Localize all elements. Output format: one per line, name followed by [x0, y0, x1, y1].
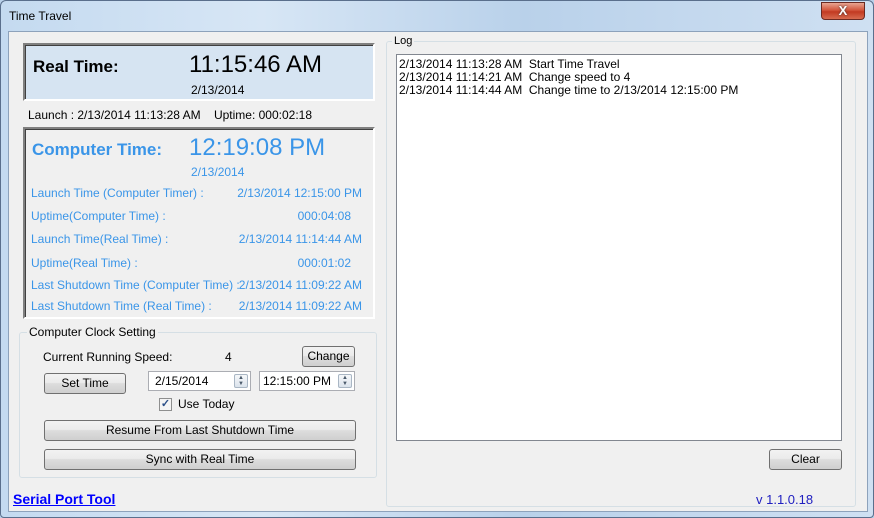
close-button[interactable]: X	[821, 2, 865, 20]
time-value: 12:15:00 PM	[263, 374, 332, 388]
clear-log-button[interactable]: Clear	[769, 449, 842, 470]
app-window: Time Travel X Real Time: 11:15:46 AM 2/1…	[0, 0, 874, 518]
version-label: v 1.1.0.18	[756, 492, 814, 507]
use-today-label[interactable]: Use Today	[178, 397, 234, 411]
computer-time-clock: 12:19:08 PM	[189, 134, 326, 161]
title-bar[interactable]: Time Travel X	[1, 1, 873, 31]
clock-setting-group: Computer Clock Setting Current Running S…	[19, 325, 377, 478]
uptime: Uptime: 000:02:18	[213, 108, 312, 122]
spin-arrows-icon[interactable]: ▲ ▼	[234, 374, 248, 388]
log-entry: 2/13/2014 11:14:44 AM Change time to 2/1…	[399, 83, 739, 97]
info-value: 2/13/2014 11:09:22 AM	[238, 278, 362, 292]
log-entry: 2/13/2014 11:14:21 AM Change speed to 4	[399, 70, 631, 84]
computer-time-date: 2/13/2014	[191, 165, 245, 179]
date-value: 2/15/2014	[155, 374, 209, 388]
time-picker[interactable]: 12:15:00 PM ▲ ▼	[259, 371, 355, 391]
real-time-label: Real Time:	[33, 57, 119, 76]
client-area: Real Time: 11:15:46 AM 2/13/2014 Launch …	[8, 31, 868, 512]
log-title: Log	[392, 35, 415, 47]
info-key: Last Shutdown Time (Real Time) :	[31, 299, 212, 313]
info-value: 2/13/2014 12:15:00 PM	[237, 186, 362, 200]
launch-info: Launch : 2/13/2014 11:13:28 AM Uptime: 0…	[28, 108, 322, 122]
window-title: Time Travel	[9, 9, 72, 23]
real-time-panel: Real Time: 11:15:46 AM 2/13/2014	[23, 43, 375, 101]
info-value: 000:01:02	[297, 256, 351, 270]
set-time-button[interactable]: Set Time	[44, 373, 126, 394]
spin-glyph: ▲ ▼	[238, 375, 244, 387]
speed-value: 4	[225, 350, 232, 364]
info-key: Launch Time (Computer Timer) :	[31, 186, 204, 200]
sync-button[interactable]: Sync with Real Time	[44, 449, 356, 470]
info-value: 2/13/2014 11:14:44 AM	[238, 232, 362, 246]
computer-time-panel: Computer Time: 12:19:08 PM 2/13/2014 Lau…	[23, 127, 375, 319]
spin-glyph: ▲ ▼	[342, 375, 348, 387]
checkmark-icon: ✓	[160, 398, 171, 410]
log-entry: 2/13/2014 11:13:28 AM Start Time Travel	[399, 57, 620, 71]
serial-port-tool-link[interactable]: Serial Port Tool	[13, 491, 115, 507]
change-speed-button[interactable]: Change	[302, 346, 355, 367]
info-value: 000:04:08	[297, 209, 351, 223]
launch-time: Launch : 2/13/2014 11:13:28 AM	[28, 108, 201, 122]
use-today-checkbox[interactable]: ✓	[159, 398, 172, 411]
log-list[interactable]: 2/13/2014 11:13:28 AM Start Time Travel …	[396, 54, 842, 441]
real-time-clock: 11:15:46 AM	[189, 51, 322, 78]
computer-time-label: Computer Time:	[32, 140, 163, 159]
info-key: Last Shutdown Time (Computer Time) :	[31, 278, 240, 292]
info-value: 2/13/2014 11:09:22 AM	[238, 299, 362, 313]
spin-arrows-icon[interactable]: ▲ ▼	[338, 374, 352, 388]
resume-button[interactable]: Resume From Last Shutdown Time	[44, 420, 356, 441]
log-group: Log 2/13/2014 11:13:28 AM Start Time Tra…	[386, 35, 856, 507]
clock-setting-title: Computer Clock Setting	[27, 325, 158, 339]
speed-label: Current Running Speed:	[43, 350, 173, 364]
info-key: Uptime(Real Time) :	[31, 256, 138, 270]
close-icon: X	[838, 3, 848, 18]
info-key: Uptime(Computer Time) :	[31, 209, 166, 223]
info-key: Launch Time(Real Time) :	[31, 232, 169, 246]
real-time-date: 2/13/2014	[191, 83, 245, 97]
date-picker[interactable]: 2/15/2014 ▲ ▼	[148, 371, 251, 391]
